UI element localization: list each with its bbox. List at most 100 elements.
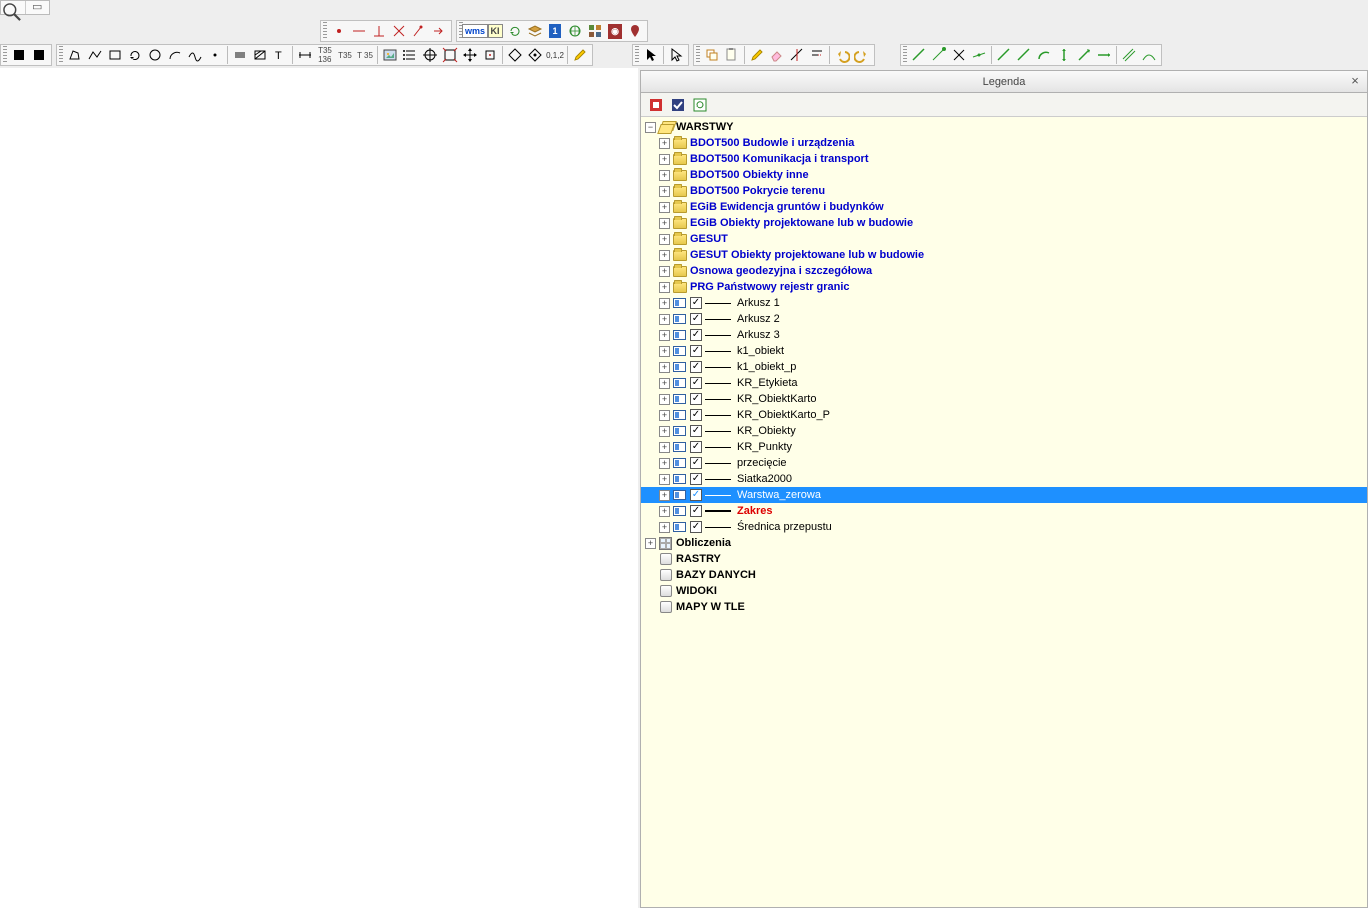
tree-folder[interactable]: GESUT Obiekty projektowane lub w budowie (641, 247, 1367, 263)
expander-icon[interactable] (645, 122, 656, 133)
tree-widoki[interactable]: WIDOKI (641, 583, 1367, 599)
tree-layer[interactable]: KR_Etykieta (641, 375, 1367, 391)
tree-folder[interactable]: EGiB Obiekty projektowane lub w budowie (641, 215, 1367, 231)
expander-icon[interactable] (659, 154, 670, 165)
eraser-icon[interactable] (767, 45, 787, 65)
expander-icon[interactable] (659, 330, 670, 341)
tree-folder[interactable]: EGiB Ewidencja gruntów i budynków (641, 199, 1367, 215)
t35-icon[interactable]: T 35 (355, 45, 375, 65)
trim-icon[interactable] (787, 45, 807, 65)
tool-a-icon[interactable] (480, 45, 500, 65)
tree-layer[interactable]: Warstwa_zerowa (641, 487, 1367, 503)
gs7-icon[interactable] (1139, 45, 1159, 65)
expander-icon[interactable] (659, 362, 670, 373)
layers-button[interactable] (525, 21, 545, 41)
legend-tb-refresh-icon[interactable] (691, 96, 709, 114)
one-button[interactable]: 1 (545, 21, 565, 41)
tree-obliczenia[interactable]: Obliczenia (641, 535, 1367, 551)
tree-layer[interactable]: KR_ObiektKarto (641, 391, 1367, 407)
layer-checkbox[interactable] (690, 425, 702, 437)
text135-icon[interactable]: T35136 (315, 45, 335, 65)
tree-layer[interactable]: Siatka2000 (641, 471, 1367, 487)
tree-folder[interactable]: BDOT500 Obiekty inne (641, 167, 1367, 183)
ki-button[interactable]: KI (485, 21, 505, 41)
zoom-extend-icon[interactable] (440, 45, 460, 65)
snap-perp-icon[interactable] (369, 21, 389, 41)
diamond-icon[interactable] (505, 45, 525, 65)
tree-folder[interactable]: Osnowa geodezyjna i szczegółowa (641, 263, 1367, 279)
expander-icon[interactable] (659, 346, 670, 357)
edit-pencil-icon[interactable] (747, 45, 767, 65)
expander-icon[interactable] (659, 282, 670, 293)
cursor2-icon[interactable] (666, 45, 686, 65)
globe-icon[interactable] (565, 21, 585, 41)
tree-layer[interactable]: KR_Punkty (641, 439, 1367, 455)
expander-icon[interactable] (659, 298, 670, 309)
fill-pattern-icon[interactable] (29, 45, 49, 65)
tree-layer[interactable]: Arkusz 1 (641, 295, 1367, 311)
expander-icon[interactable] (659, 250, 670, 261)
rotate-shape-icon[interactable] (125, 45, 145, 65)
expander-icon[interactable] (659, 234, 670, 245)
tree-layer[interactable]: k1_obiekt_p (641, 359, 1367, 375)
tree-folder[interactable]: PRG Państwowy rejestr granic (641, 279, 1367, 295)
expander-icon[interactable] (659, 378, 670, 389)
snap-arrow-icon[interactable] (429, 21, 449, 41)
tree-root[interactable]: WARSTWY (641, 119, 1367, 135)
extend-icon[interactable] (807, 45, 827, 65)
snap-point-icon[interactable] (329, 21, 349, 41)
palette-icon[interactable] (585, 21, 605, 41)
tree-layer[interactable]: KR_Obiekty (641, 423, 1367, 439)
restore-icon[interactable]: ▭ (26, 1, 50, 14)
fill-black-icon[interactable] (9, 45, 29, 65)
gs-cross-icon[interactable] (949, 45, 969, 65)
expander-icon[interactable] (659, 218, 670, 229)
tree-rastry[interactable]: RASTRY (641, 551, 1367, 567)
tree-folder[interactable]: GESUT (641, 231, 1367, 247)
curve-icon[interactable] (185, 45, 205, 65)
layer-checkbox[interactable] (690, 505, 702, 517)
arc-icon[interactable] (165, 45, 185, 65)
expander-icon[interactable] (659, 202, 670, 213)
tree-mapy[interactable]: MAPY W TLE (641, 599, 1367, 615)
zoom-icon[interactable] (1, 1, 26, 14)
gs-right-icon[interactable] (1094, 45, 1114, 65)
target-icon[interactable] (420, 45, 440, 65)
text-icon[interactable]: T (270, 45, 290, 65)
tree-layer[interactable]: Arkusz 3 (641, 327, 1367, 343)
expander-icon[interactable] (659, 266, 670, 277)
coords-icon[interactable]: 0,1,2 (545, 45, 565, 65)
polyline-open-icon[interactable] (85, 45, 105, 65)
snap-intersect-icon[interactable] (389, 21, 409, 41)
gs3-icon[interactable] (969, 45, 989, 65)
layer-checkbox[interactable] (690, 361, 702, 373)
point-icon[interactable] (205, 45, 225, 65)
gs2-icon[interactable] (929, 45, 949, 65)
layer-checkbox[interactable] (690, 409, 702, 421)
tree-layer[interactable]: k1_obiekt (641, 343, 1367, 359)
expander-icon[interactable] (659, 410, 670, 421)
legend-tb-check-icon[interactable] (669, 96, 687, 114)
expander-icon[interactable] (659, 442, 670, 453)
expander-icon[interactable] (659, 314, 670, 325)
legend-tb-stop-icon[interactable] (647, 96, 665, 114)
expander-icon[interactable] (659, 490, 670, 501)
cursor-icon[interactable] (641, 45, 661, 65)
layer-checkbox[interactable] (690, 297, 702, 309)
tree-folder[interactable]: BDOT500 Budowle i urządzenia (641, 135, 1367, 151)
expander-icon[interactable] (659, 170, 670, 181)
paste-icon[interactable] (722, 45, 742, 65)
tree-bazy[interactable]: BAZY DANYCH (641, 567, 1367, 583)
text135b-icon[interactable]: T35 (335, 45, 355, 65)
wms-button[interactable]: wms (465, 21, 485, 41)
expander-icon[interactable] (659, 186, 670, 197)
gs6-icon[interactable] (1119, 45, 1139, 65)
hatch-icon[interactable] (250, 45, 270, 65)
circle-icon[interactable] (145, 45, 165, 65)
layer-checkbox[interactable] (690, 377, 702, 389)
map-button[interactable]: ◉ (605, 21, 625, 41)
tree-layer[interactable]: KR_ObiektKarto_P (641, 407, 1367, 423)
legend-tree[interactable]: WARSTWY BDOT500 Budowle i urządzenia BDOT… (641, 117, 1367, 907)
layer-checkbox[interactable] (690, 457, 702, 469)
layer-checkbox[interactable] (690, 521, 702, 533)
